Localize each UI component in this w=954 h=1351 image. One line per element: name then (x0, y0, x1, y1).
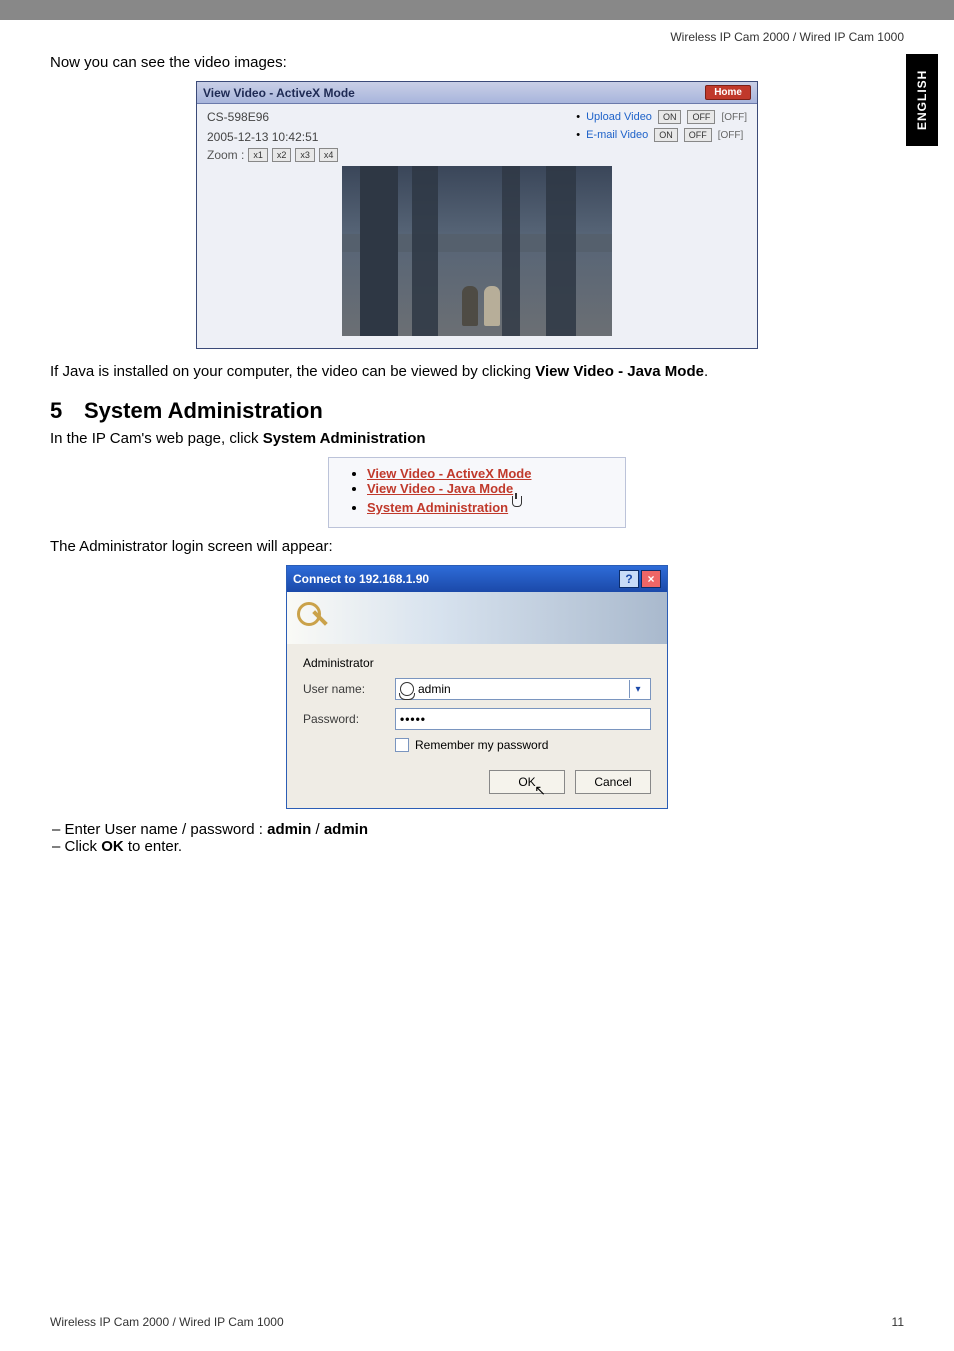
hand-cursor-icon (510, 496, 524, 512)
step-click-ok: Click OK to enter. (52, 838, 904, 855)
activex-screenshot: View Video - ActiveX Mode Home CS-598E96… (196, 81, 758, 349)
username-label: User name: (303, 682, 387, 696)
top-gray-bar (0, 0, 954, 20)
menu-link-activex[interactable]: View Video - ActiveX Mode (367, 466, 531, 481)
video-preview (342, 166, 612, 336)
menu-link-sysadmin[interactable]: System Administration (367, 500, 508, 515)
user-icon (400, 682, 414, 696)
section-5-heading: 5System Administration (50, 398, 904, 424)
home-button[interactable]: Home (705, 85, 751, 100)
email-off-button[interactable]: OFF (684, 128, 712, 142)
password-field[interactable]: ••••• (395, 708, 651, 730)
remember-checkbox[interactable] (395, 738, 409, 752)
username-dropdown-icon[interactable]: ▾ (629, 680, 646, 698)
camera-id: CS-598E96 (207, 110, 318, 124)
zoom-x1-button[interactable]: x1 (248, 148, 268, 162)
language-tab: ENGLISH (906, 54, 938, 146)
intro-text: Now you can see the video images: (50, 54, 904, 71)
upload-video-link[interactable]: Upload Video (586, 111, 652, 123)
login-dialog: Connect to 192.168.1.90 ? × Administrato… (286, 565, 668, 809)
admin-login-text: The Administrator login screen will appe… (50, 538, 904, 555)
zoom-label: Zoom : (207, 148, 244, 162)
username-field[interactable]: admin ▾ (395, 678, 651, 700)
dialog-close-button[interactable]: × (641, 570, 661, 588)
upload-off-button[interactable]: OFF (687, 110, 715, 124)
sysadmin-intro: In the IP Cam's web page, click System A… (50, 430, 904, 447)
password-mask: ••••• (400, 712, 426, 726)
footer-product: Wireless IP Cam 2000 / Wired IP Cam 1000 (50, 1315, 284, 1329)
footer-page: 11 (892, 1315, 904, 1329)
email-video-link[interactable]: E-mail Video (586, 129, 648, 141)
upload-state: [OFF] (721, 112, 747, 123)
username-value: admin (418, 682, 625, 696)
menu-screenshot: View Video - ActiveX Mode View Video - J… (328, 457, 626, 528)
zoom-x2-button[interactable]: x2 (272, 148, 292, 162)
activex-title: View Video - ActiveX Mode (203, 86, 355, 100)
java-note: If Java is installed on your computer, t… (50, 363, 904, 380)
menu-link-java[interactable]: View Video - Java Mode (367, 481, 513, 496)
cancel-button[interactable]: Cancel (575, 770, 651, 794)
dialog-help-button[interactable]: ? (619, 570, 639, 588)
timestamp: 2005-12-13 10:42:51 (207, 130, 318, 144)
login-realm: Administrator (303, 656, 651, 670)
email-state: [OFF] (718, 130, 744, 141)
key-icon (297, 602, 331, 636)
step-enter-creds: Enter User name / password : admin / adm… (52, 821, 904, 838)
upload-on-button[interactable]: ON (658, 110, 682, 124)
email-on-button[interactable]: ON (654, 128, 678, 142)
zoom-x4-button[interactable]: x4 (319, 148, 339, 162)
login-title: Connect to 192.168.1.90 (293, 572, 429, 586)
remember-label: Remember my password (415, 738, 548, 752)
password-label: Password: (303, 712, 387, 726)
header-product: Wireless IP Cam 2000 / Wired IP Cam 1000 (50, 26, 904, 48)
zoom-x3-button[interactable]: x3 (295, 148, 315, 162)
arrow-cursor-icon: ↖ (534, 782, 546, 799)
ok-button[interactable]: OK ↖ (489, 770, 565, 794)
